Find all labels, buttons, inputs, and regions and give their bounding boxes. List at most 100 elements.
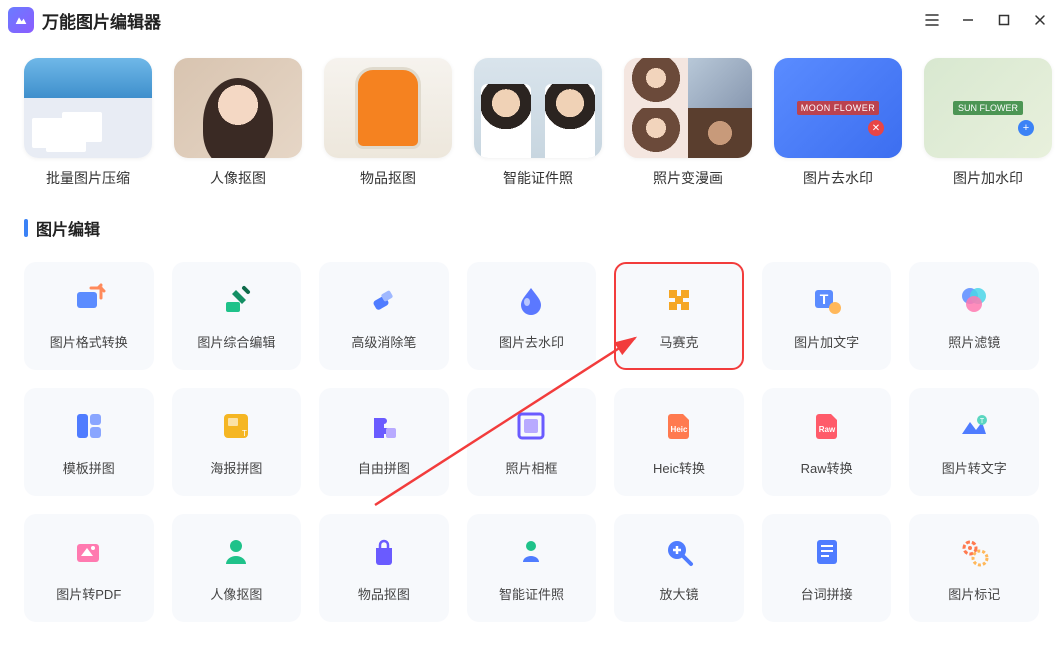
template-icon	[71, 408, 107, 444]
tool-mosaic[interactable]: 马赛克	[614, 262, 744, 370]
tool-label: 图片转文字	[942, 458, 1007, 477]
menu-button[interactable]	[923, 11, 941, 29]
tool-label: 马赛克	[660, 332, 699, 351]
tool-label: 图片加文字	[794, 332, 859, 351]
watermark-text: MOON FLOWER	[797, 101, 880, 115]
feature-add-watermark[interactable]: SUN FLOWER + 图片加水印	[924, 58, 1052, 188]
tool-label: 照片滤镜	[948, 332, 1000, 351]
svg-text:T: T	[242, 429, 247, 438]
tool-filter[interactable]: 照片滤镜	[909, 262, 1039, 370]
tool-label: 放大镜	[660, 584, 699, 603]
feature-object-cutout[interactable]: 物品抠图	[324, 58, 452, 188]
tool-raw[interactable]: Raw Raw转换	[762, 388, 892, 496]
tool-frame[interactable]: 照片相框	[467, 388, 597, 496]
section-bar-icon	[24, 219, 28, 237]
eraser-icon	[366, 282, 402, 318]
app-logo-icon	[8, 7, 34, 33]
feature-thumb-compress-icon	[24, 58, 152, 158]
tool-poster[interactable]: T 海报拼图	[172, 388, 302, 496]
tool-pdf[interactable]: 图片转PDF	[24, 514, 154, 622]
tool-label: 物品抠图	[358, 584, 410, 603]
feature-batch-compress[interactable]: 批量图片压缩	[24, 58, 152, 188]
feature-label: 批量图片压缩	[46, 168, 130, 188]
feature-thumb-removewm-icon: MOON FLOWER ✕	[774, 58, 902, 158]
feature-id-photo[interactable]: 智能证件照	[474, 58, 602, 188]
tool-label: 图片去水印	[499, 332, 564, 351]
window-controls	[923, 11, 1055, 29]
watermark-text: SUN FLOWER	[953, 101, 1023, 115]
section-header: 图片编辑	[24, 216, 1039, 240]
maximize-button[interactable]	[995, 11, 1013, 29]
feature-label: 图片去水印	[803, 168, 873, 188]
app-title: 万能图片编辑器	[42, 8, 161, 33]
tool-label: 图片格式转换	[50, 332, 128, 351]
tool-droplet[interactable]: 图片去水印	[467, 262, 597, 370]
svg-text:Raw: Raw	[818, 425, 835, 434]
close-button[interactable]	[1031, 11, 1049, 29]
section-image-edit: 图片编辑 图片格式转换 图片综合编辑 高级消除笔 图片去水印 马赛克 T 图片加文字 照片滤镜…	[0, 216, 1063, 622]
text-icon: T	[809, 282, 845, 318]
tool-text[interactable]: T 图片加文字	[762, 262, 892, 370]
tool-label: 模板拼图	[63, 458, 115, 477]
tool-ocr[interactable]: T 图片转文字	[909, 388, 1039, 496]
tool-label: 图片标记	[948, 584, 1000, 603]
idphoto-icon	[513, 534, 549, 570]
tool-label: 照片相框	[505, 458, 557, 477]
puzzle-icon	[366, 408, 402, 444]
edit-icon	[218, 282, 254, 318]
feature-label: 物品抠图	[360, 168, 416, 188]
heic-icon: Heic	[661, 408, 697, 444]
tool-person[interactable]: 人像抠图	[172, 514, 302, 622]
tool-edit[interactable]: 图片综合编辑	[172, 262, 302, 370]
poster-icon: T	[218, 408, 254, 444]
add-icon: +	[1018, 120, 1034, 136]
tool-label: 海报拼图	[210, 458, 262, 477]
tool-label: Heic转换	[653, 458, 705, 477]
remove-icon: ✕	[868, 120, 884, 136]
tool-puzzle[interactable]: 自由拼图	[319, 388, 449, 496]
frame-icon	[513, 408, 549, 444]
tool-label: 高级消除笔	[351, 332, 416, 351]
feature-thumb-portrait-icon	[174, 58, 302, 158]
droplet-icon	[513, 282, 549, 318]
tool-bag[interactable]: 物品抠图	[319, 514, 449, 622]
feature-label: 智能证件照	[503, 168, 573, 188]
tool-label: 图片转PDF	[56, 584, 121, 603]
feature-row: 批量图片压缩 人像抠图 物品抠图 智能证件照 照片变漫画 MOON FLOWER…	[0, 40, 1063, 216]
tool-mark[interactable]: 图片标记	[909, 514, 1039, 622]
mosaic-icon	[661, 282, 697, 318]
feature-thumb-addwm-icon: SUN FLOWER +	[924, 58, 1052, 158]
ocr-icon: T	[956, 408, 992, 444]
tool-label: Raw转换	[801, 458, 853, 477]
tool-zoom[interactable]: 放大镜	[614, 514, 744, 622]
tool-label: 人像抠图	[210, 584, 262, 603]
feature-photo-to-comic[interactable]: 照片变漫画	[624, 58, 752, 188]
convert-icon	[71, 282, 107, 318]
minimize-button[interactable]	[959, 11, 977, 29]
pdf-icon	[71, 534, 107, 570]
feature-label: 人像抠图	[210, 168, 266, 188]
feature-thumb-object-icon	[324, 58, 452, 158]
tool-script[interactable]: 台词拼接	[762, 514, 892, 622]
feature-remove-watermark[interactable]: MOON FLOWER ✕ 图片去水印	[774, 58, 902, 188]
feature-portrait-cutout[interactable]: 人像抠图	[174, 58, 302, 188]
feature-thumb-idphoto-icon	[474, 58, 602, 158]
zoom-icon	[661, 534, 697, 570]
tool-idphoto[interactable]: 智能证件照	[467, 514, 597, 622]
tool-label: 台词拼接	[801, 584, 853, 603]
svg-text:T: T	[980, 418, 985, 425]
feature-thumb-comic-icon	[624, 58, 752, 158]
tool-grid: 图片格式转换 图片综合编辑 高级消除笔 图片去水印 马赛克 T 图片加文字 照片滤镜模板拼图 T…	[24, 262, 1039, 622]
tool-label: 图片综合编辑	[197, 332, 275, 351]
tool-eraser[interactable]: 高级消除笔	[319, 262, 449, 370]
tool-convert[interactable]: 图片格式转换	[24, 262, 154, 370]
section-title: 图片编辑	[36, 216, 100, 240]
raw-icon: Raw	[809, 408, 845, 444]
bag-icon	[366, 534, 402, 570]
feature-label: 照片变漫画	[653, 168, 723, 188]
tool-template[interactable]: 模板拼图	[24, 388, 154, 496]
tool-label: 智能证件照	[499, 584, 564, 603]
svg-text:T: T	[819, 291, 828, 307]
tool-heic[interactable]: Heic Heic转换	[614, 388, 744, 496]
person-icon	[218, 534, 254, 570]
